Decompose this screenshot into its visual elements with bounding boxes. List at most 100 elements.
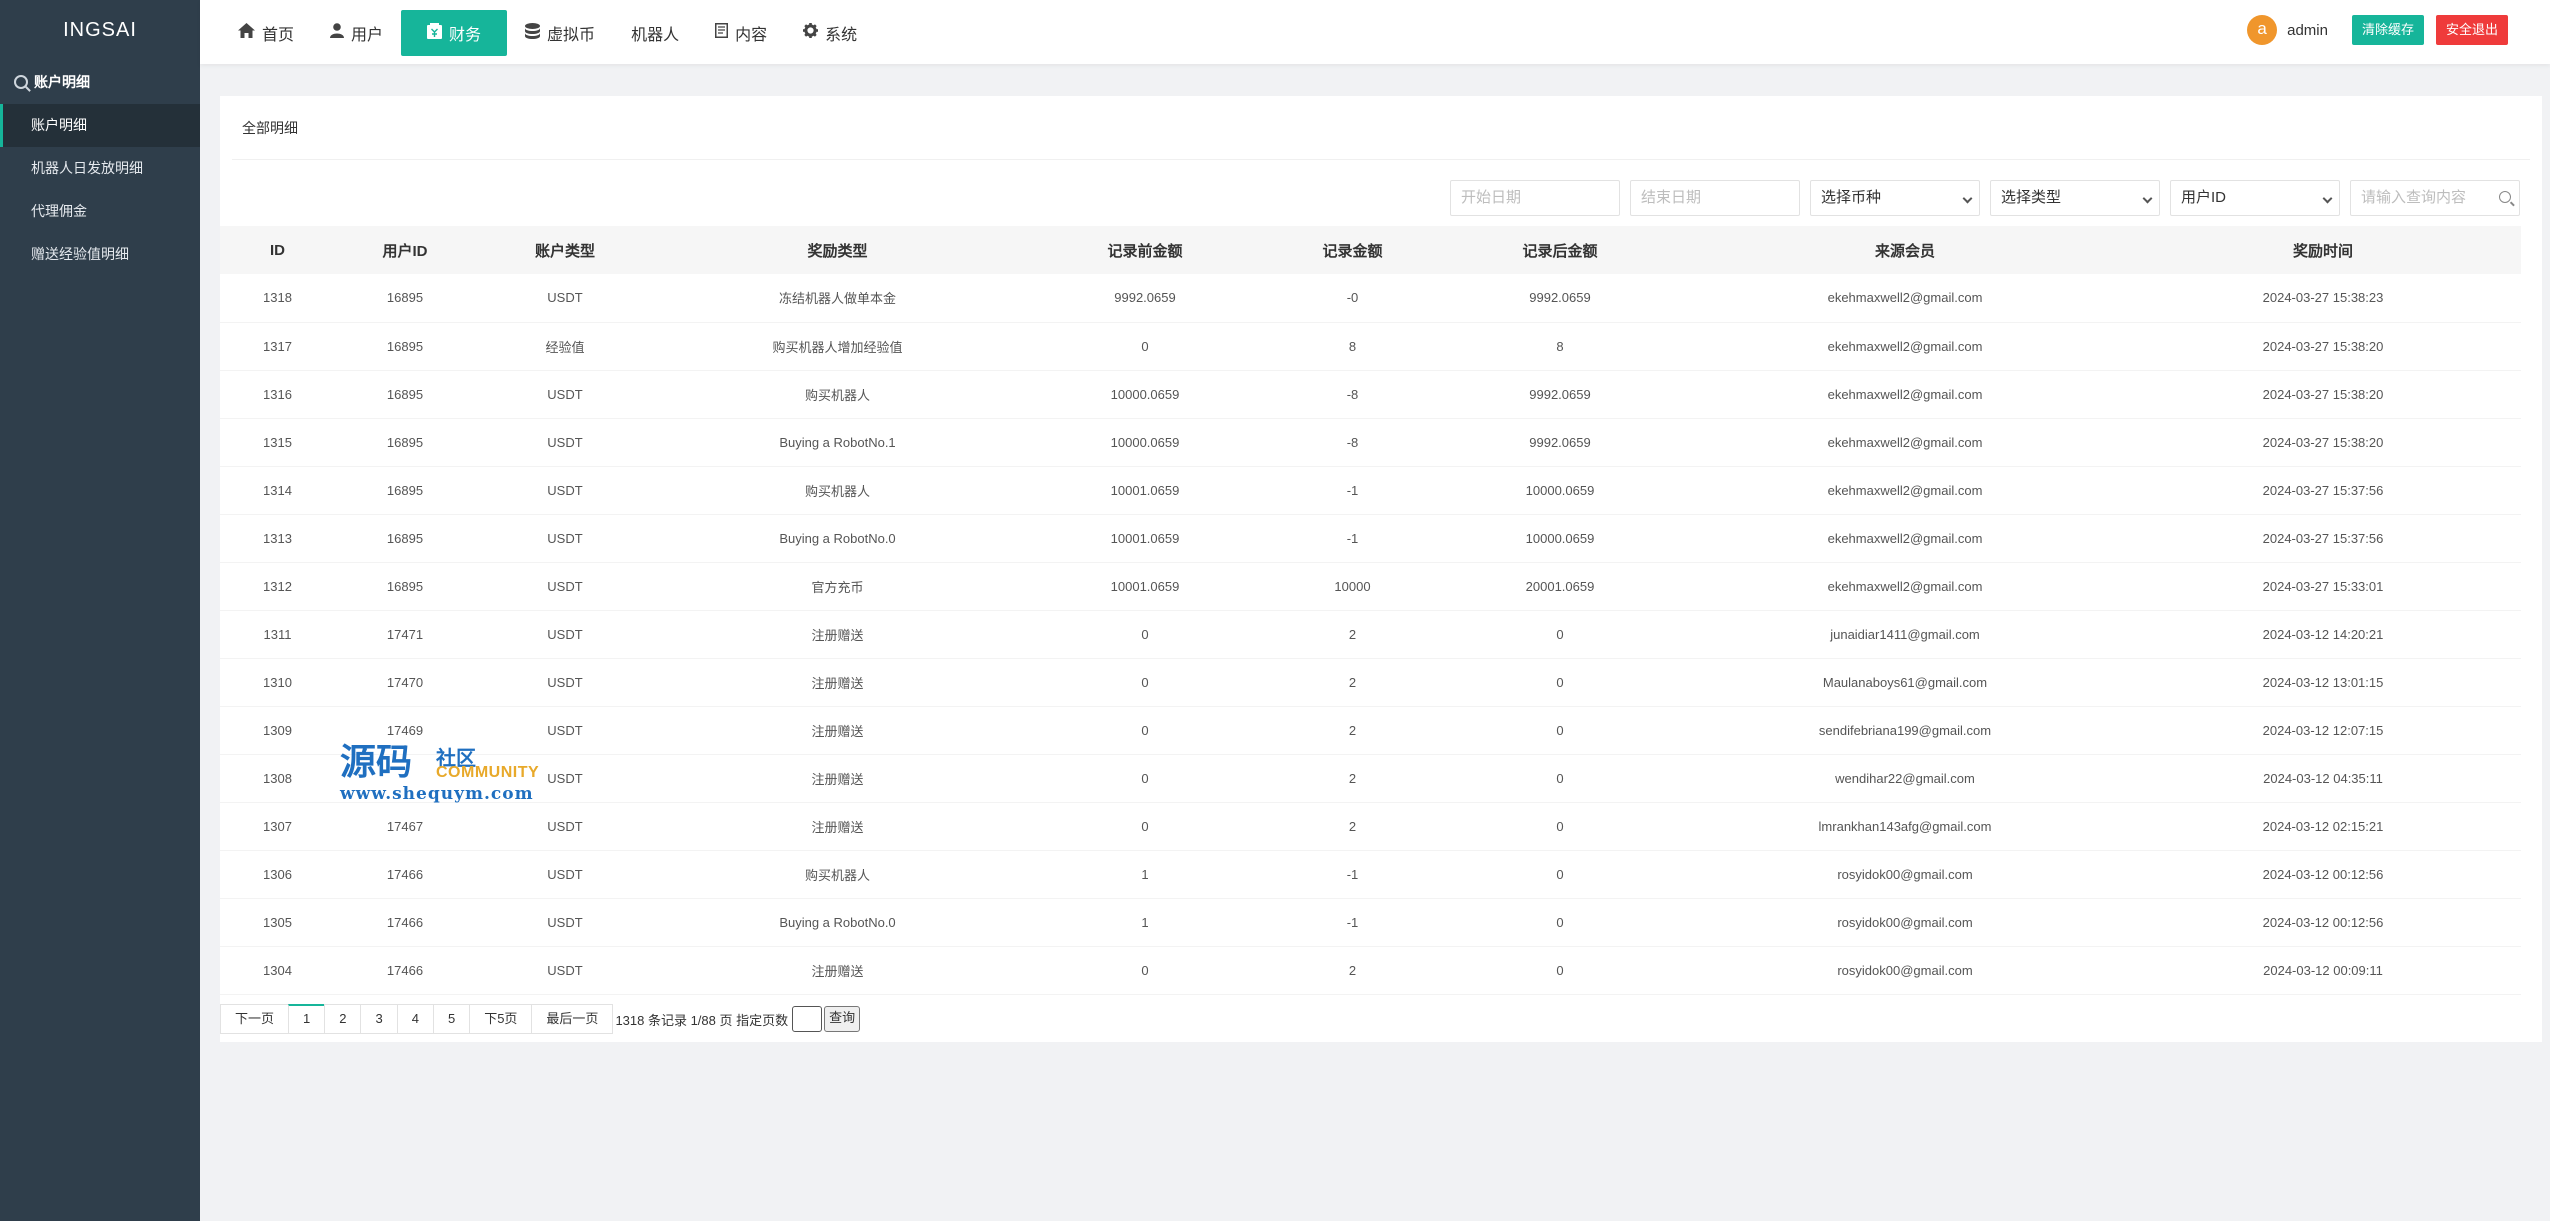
- watermark-main: 源码: [340, 741, 413, 783]
- table-cell: 17471: [335, 610, 475, 659]
- table-row: 1313 16895 USDT Buying a RobotNo.0 10001.065…: [220, 514, 2521, 563]
- sidebar-group-account[interactable]: 账户明细: [0, 60, 200, 104]
- start-date-input[interactable]: 开始日期: [1450, 180, 1620, 216]
- column-header: 奖励时间: [2292, 242, 2353, 260]
- pager-info: 1318 条记录 1/88 页 指定页数: [615, 1012, 789, 1028]
- sidebar-item-account-detail[interactable]: 账户明细: [0, 104, 200, 147]
- table-cell: 17466: [335, 946, 475, 995]
- table-cell: 8: [1435, 322, 1685, 371]
- nav-system[interactable]: 系统: [785, 10, 875, 56]
- table-cell: 10001.0659: [1020, 562, 1270, 611]
- table-cell: USDT: [475, 562, 655, 611]
- table-cell: ekehmaxwell2@gmail.com: [1685, 418, 2125, 467]
- nav-robot[interactable]: 机器人: [613, 10, 697, 56]
- table-cell: 10001.0659: [1020, 514, 1270, 563]
- search-icon[interactable]: [2499, 191, 2511, 203]
- table-cell: 2024-03-27 15:37:56: [2125, 514, 2521, 563]
- avatar[interactable]: a: [2247, 15, 2278, 45]
- table-cell: 2024-03-12 02:15:21: [2125, 802, 2521, 851]
- sidebar-item-gift-exp[interactable]: 赠送经验值明细: [0, 233, 200, 276]
- nav-home[interactable]: 首页: [220, 10, 312, 56]
- table-cell: -1: [1270, 514, 1435, 563]
- table-cell: Maulanaboys61@gmail.com: [1685, 658, 2125, 707]
- logout-button[interactable]: 安全退出: [2435, 15, 2508, 45]
- table-cell: 2024-03-27 15:38:20: [2125, 418, 2521, 467]
- table-cell: 2024-03-27 15:38:23: [2125, 274, 2521, 323]
- table-cell: USDT: [475, 514, 655, 563]
- page-3-button[interactable]: 3: [360, 1004, 398, 1034]
- table-body: 1318 16895 USDT 冻结机器人做单本金 9992.0659 -0 9992.06…: [220, 274, 2521, 995]
- top-header: 首页 用户 财务 虚拟币 机器人 内容 系统 a admin 清除缓存 安全退出: [200, 0, 2550, 64]
- table-cell: USDT: [475, 274, 655, 323]
- nav-crypto[interactable]: 虚拟币: [507, 10, 613, 56]
- currency-select-value: 选择币种: [1821, 189, 1882, 206]
- nav-finance[interactable]: 财务: [401, 10, 508, 56]
- page-jump-input[interactable]: [792, 1006, 823, 1032]
- table-cell: 17467: [335, 802, 475, 851]
- last-page-button[interactable]: 最后一页: [531, 1004, 614, 1034]
- table-cell: junaidiar1411@gmail.com: [1685, 610, 2125, 659]
- column-header: 奖励类型: [807, 242, 868, 260]
- table-cell: 2024-03-27 15:37:56: [2125, 466, 2521, 515]
- field-select-value: 用户ID: [2181, 189, 2227, 206]
- table-cell: 0: [1435, 658, 1685, 707]
- table-row: 1312 16895 USDT 官方充币 10001.0659 10000 20001.06…: [220, 562, 2521, 611]
- top-nav: 首页 用户 财务 虚拟币 机器人 内容 系统: [220, 10, 875, 56]
- table-row: 1306 17466 USDT 购买机器人 1 -1 0 rosyidok00@gmail.c…: [220, 850, 2521, 899]
- column-header: 账户类型: [534, 242, 595, 260]
- prev-page-button[interactable]: 下一页: [220, 1004, 290, 1034]
- table-cell: 0: [1020, 706, 1270, 755]
- watermark-url: www.shequym.com: [340, 784, 534, 804]
- page-2-button[interactable]: 2: [324, 1004, 362, 1034]
- table-cell: Buying a RobotNo.0: [655, 898, 1020, 947]
- user-icon: [330, 23, 345, 43]
- table-cell: 2024-03-12 12:07:15: [2125, 706, 2521, 755]
- watermark: 源码 社区 COMMUNITY www.shequym.com: [340, 742, 550, 804]
- nav-user[interactable]: 用户: [312, 10, 401, 56]
- chevron-down-icon: [2322, 193, 2333, 204]
- clear-cache-button[interactable]: 清除缓存: [2351, 15, 2424, 45]
- currency-select[interactable]: 选择币种: [1810, 180, 1980, 216]
- next-5-pages-button[interactable]: 下5页: [469, 1004, 533, 1034]
- table-cell: rosyidok00@gmail.com: [1685, 850, 2125, 899]
- table-cell: 官方充币: [655, 562, 1020, 611]
- column-header: 记录后金额: [1522, 242, 1598, 260]
- table-cell: 0: [1020, 610, 1270, 659]
- brand-logo: INGSAI: [63, 19, 137, 41]
- table-cell: -1: [1270, 466, 1435, 515]
- page-go-button[interactable]: 查询: [824, 1006, 861, 1032]
- table-row: 1316 16895 USDT 购买机器人 10000.0659 -8 9992.0659 e…: [220, 370, 2521, 419]
- table-cell: 0: [1435, 946, 1685, 995]
- page-4-button[interactable]: 4: [396, 1004, 434, 1034]
- end-date-input[interactable]: 结束日期: [1630, 180, 1800, 216]
- table-cell: sendifebriana199@gmail.com: [1685, 706, 2125, 755]
- nav-system-label: 系统: [825, 27, 858, 44]
- table-row: 1305 17466 USDT Buying a RobotNo.0 1 -1 0 rosyi…: [220, 898, 2521, 947]
- table-cell: 20001.0659: [1435, 562, 1685, 611]
- search-input[interactable]: 请输入查询内容: [2350, 180, 2520, 216]
- sidebar-item-agent-commission[interactable]: 代理佣金: [0, 190, 200, 233]
- finance-icon: [427, 22, 443, 44]
- page-1-button[interactable]: 1: [288, 1004, 326, 1034]
- table-cell: 0: [1435, 802, 1685, 851]
- table-cell: 1315: [220, 418, 335, 467]
- field-select[interactable]: 用户ID: [2170, 180, 2340, 216]
- table-cell: USDT: [475, 898, 655, 947]
- column-header: 来源会员: [1874, 242, 1935, 260]
- table-cell: -8: [1270, 418, 1435, 467]
- table-row: 1310 17470 USDT 注册赠送 0 2 0 Maulanaboys61@gmail.…: [220, 658, 2521, 707]
- type-select[interactable]: 选择类型: [1990, 180, 2160, 216]
- table-cell: 10000.0659: [1020, 370, 1270, 419]
- sidebar-item-robot-daily[interactable]: 机器人日发放明细: [0, 147, 200, 190]
- page-5-button[interactable]: 5: [432, 1004, 471, 1034]
- watermark-community: COMMUNITY: [436, 764, 540, 781]
- table-cell: USDT: [475, 466, 655, 515]
- username[interactable]: admin: [2287, 22, 2328, 39]
- table-cell: 2024-03-12 00:09:11: [2125, 946, 2521, 995]
- table-cell: wendihar22@gmail.com: [1685, 754, 2125, 803]
- table-cell: 16895: [335, 418, 475, 467]
- table-row: 1317 16895 经验值 购买机器人增加经验值 0 8 8 ekehmaxwell2@gm…: [220, 322, 2521, 371]
- nav-content[interactable]: 内容: [697, 10, 785, 56]
- table-row: 1307 17467 USDT 注册赠送 0 2 0 lmrankhan143afg@gmai…: [220, 802, 2521, 851]
- table-cell: ekehmaxwell2@gmail.com: [1685, 322, 2125, 371]
